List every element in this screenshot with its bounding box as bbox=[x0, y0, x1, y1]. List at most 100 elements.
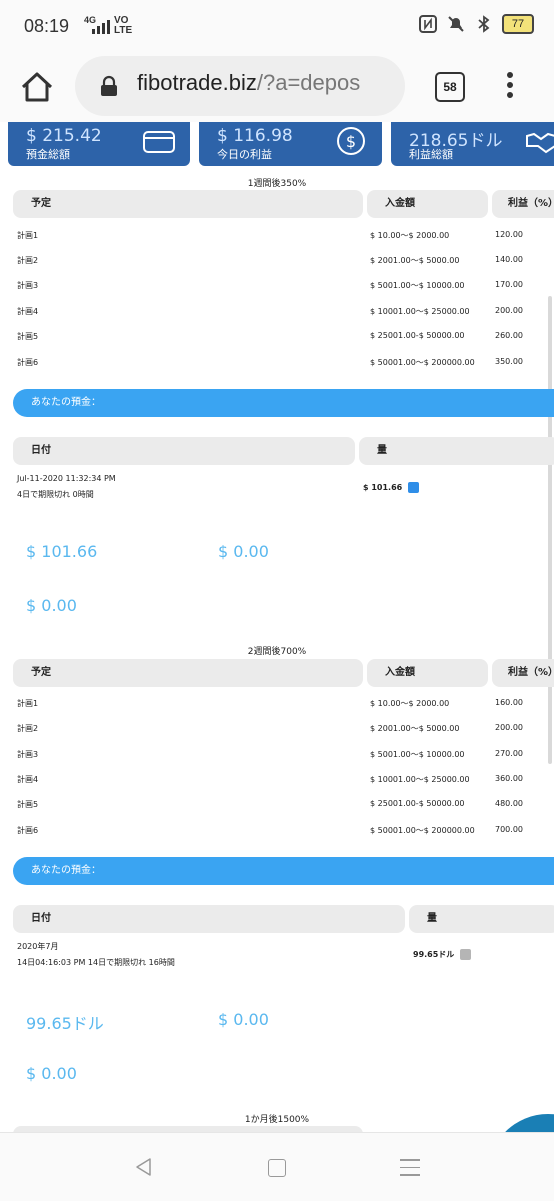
stat-label: 預金総額 bbox=[26, 148, 70, 161]
your-deposit-bar: あなたの預金： bbox=[13, 857, 554, 885]
dollar-icon: $ bbox=[337, 127, 365, 155]
summary-value: $ 0.00 bbox=[218, 542, 269, 561]
page-content: $ 215.42 預金総額 $ 116.98 今日の利益 $ 218.65ドル … bbox=[0, 122, 554, 1132]
tab-switcher-button[interactable]: 58 bbox=[435, 72, 465, 102]
arrow-icon bbox=[460, 949, 472, 960]
table-cell: 計画1 bbox=[17, 699, 39, 708]
address-bar[interactable]: fibotrade.biz/?a=depos bbox=[75, 56, 405, 116]
stat-card-total-deposit: $ 215.42 預金総額 bbox=[8, 122, 190, 166]
table-cell: $ 5001.00〜$ 10000.00 bbox=[370, 281, 465, 290]
status-bar: 08:19 4G VO LTE 77 bbox=[0, 0, 554, 52]
table-cell: 140.00 bbox=[495, 255, 523, 264]
table-cell: 計画6 bbox=[17, 358, 39, 367]
home-nav-icon[interactable] bbox=[268, 1159, 286, 1177]
table-cell: 計画6 bbox=[17, 826, 39, 835]
battery-icon: 77 bbox=[502, 14, 534, 34]
col-header-deposit-amount: 入金額 bbox=[367, 659, 488, 687]
table-cell: $ 50001.00〜$ 200000.00 bbox=[370, 358, 475, 367]
url-text[interactable]: fibotrade.biz/?a=depos bbox=[137, 70, 399, 96]
handshake-icon bbox=[526, 132, 554, 154]
mute-icon bbox=[448, 16, 464, 32]
more-options-icon[interactable] bbox=[502, 70, 518, 102]
system-nav-bar bbox=[0, 1132, 554, 1201]
plan-title: 1週間後350% bbox=[247, 179, 307, 189]
col-header-plan: 予定 bbox=[13, 190, 363, 218]
table-cell: $ 25001.00-$ 50000.00 bbox=[370, 331, 465, 340]
table-cell: 270.00 bbox=[495, 749, 523, 758]
table-cell: 700.00 bbox=[495, 825, 523, 834]
back-icon[interactable] bbox=[134, 1157, 152, 1177]
deposit-date: Jul-11-2020 11:32:34 PM bbox=[17, 474, 116, 483]
deposit-amount: $ 101.66 bbox=[363, 482, 420, 493]
table-cell: 200.00 bbox=[495, 306, 523, 315]
nfc-icon bbox=[419, 15, 437, 33]
table-cell: 120.00 bbox=[495, 230, 523, 239]
table-cell: $ 10001.00〜$ 25000.00 bbox=[370, 307, 470, 316]
stat-value: $ 215.42 bbox=[26, 126, 102, 146]
deposit-expiry: 14日04:16:03 PM 14日で期限切れ 16時間 bbox=[17, 958, 175, 967]
table-cell: 260.00 bbox=[495, 331, 523, 340]
summary-value: $ 0.00 bbox=[218, 1010, 269, 1029]
table-cell: 480.00 bbox=[495, 799, 523, 808]
table-cell: 160.00 bbox=[495, 698, 523, 707]
plan-title: 2週間後700% bbox=[247, 647, 307, 657]
table-cell: 計画3 bbox=[17, 750, 39, 759]
volte-indicator: VO LTE bbox=[114, 15, 133, 36]
scrollbar[interactable] bbox=[548, 296, 552, 764]
recents-icon[interactable] bbox=[400, 1159, 420, 1177]
table-cell: $ 5001.00〜$ 10000.00 bbox=[370, 750, 465, 759]
deposit-date: 2020年7月 bbox=[17, 942, 59, 951]
deposit-expiry: 4日で期限切れ 0時間 bbox=[17, 490, 94, 499]
url-host: fibotrade.biz bbox=[137, 70, 257, 95]
col-header-deposit-amount: 入金額 bbox=[367, 190, 488, 218]
table-cell: $ 10.00〜$ 2000.00 bbox=[370, 699, 450, 708]
table-cell: 170.00 bbox=[495, 280, 523, 289]
table-cell: 350.00 bbox=[495, 357, 523, 366]
stat-label: 今日の利益 bbox=[217, 148, 272, 161]
wallet-icon bbox=[143, 131, 175, 153]
signal-icon bbox=[92, 18, 110, 34]
table-cell: 計画2 bbox=[17, 724, 39, 733]
table-cell: 360.00 bbox=[495, 774, 523, 783]
summary-value: 99.65ドル bbox=[26, 1014, 104, 1033]
lock-icon bbox=[101, 75, 117, 96]
table-cell: 200.00 bbox=[495, 723, 523, 732]
stat-card-total-profit: 218.65ドル 利益総額 bbox=[391, 122, 554, 166]
table-cell: $ 2001.00〜$ 5000.00 bbox=[370, 256, 460, 265]
table-cell: 計画5 bbox=[17, 332, 39, 341]
stat-card-today-profit: $ 116.98 今日の利益 $ bbox=[199, 122, 382, 166]
col-header-profit: 利益（%） bbox=[492, 190, 554, 218]
deposit-amount: 99.65ドル bbox=[413, 949, 472, 960]
browser-toolbar: fibotrade.biz/?a=depos 58 bbox=[0, 52, 554, 122]
arrow-up-icon bbox=[408, 482, 420, 493]
col-header-date: 日付 bbox=[13, 905, 405, 933]
table-cell: 計画4 bbox=[17, 307, 39, 316]
table-cell: $ 10001.00〜$ 25000.00 bbox=[370, 775, 470, 784]
svg-text:$: $ bbox=[346, 132, 356, 151]
status-time: 08:19 bbox=[24, 16, 70, 36]
table-cell: 計画5 bbox=[17, 800, 39, 809]
home-icon[interactable] bbox=[18, 68, 56, 106]
col-header-date: 日付 bbox=[13, 437, 355, 465]
table-cell: 計画3 bbox=[17, 281, 39, 290]
col-header-amount: 量 bbox=[409, 905, 554, 933]
col-header-plan: 予定 bbox=[13, 659, 363, 687]
table-cell: 計画4 bbox=[17, 775, 39, 784]
url-path: /?a=depos bbox=[256, 70, 361, 95]
table-cell: 計画2 bbox=[17, 256, 39, 265]
table-cell: $ 2001.00〜$ 5000.00 bbox=[370, 724, 460, 733]
summary-value: $ 0.00 bbox=[26, 596, 77, 615]
stat-label: 利益総額 bbox=[409, 148, 453, 161]
plan-title: 1か月後1500% bbox=[244, 1115, 310, 1125]
summary-value: $ 0.00 bbox=[26, 1064, 77, 1083]
bluetooth-icon bbox=[478, 15, 490, 33]
col-header-amount: 量 bbox=[359, 437, 554, 465]
your-deposit-bar: あなたの預金： bbox=[13, 389, 554, 417]
table-cell: $ 25001.00-$ 50000.00 bbox=[370, 799, 465, 808]
summary-value: $ 101.66 bbox=[26, 542, 98, 561]
col-header-profit: 利益（%） bbox=[492, 659, 554, 687]
table-cell: $ 10.00〜$ 2000.00 bbox=[370, 231, 450, 240]
table-cell: $ 50001.00〜$ 200000.00 bbox=[370, 826, 475, 835]
stat-value: $ 116.98 bbox=[217, 126, 293, 146]
table-cell: 計画1 bbox=[17, 231, 39, 240]
